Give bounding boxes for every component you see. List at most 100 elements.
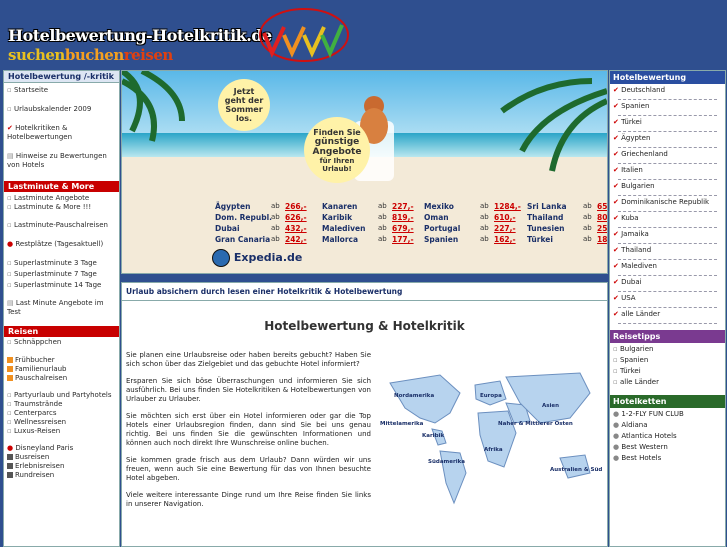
right-list-item[interactable]: ✔ Malediven — [610, 260, 725, 271]
right-list-item[interactable]: ▫ alle Länder — [610, 376, 725, 387]
map-label[interactable]: Südamerika — [428, 459, 465, 465]
sidebar-item-pauschalreisen[interactable]: Pauschalreisen — [4, 374, 119, 383]
map-label[interactable]: Australien & Südsee — [550, 467, 602, 473]
small-icon: ● — [613, 410, 620, 418]
right-list-item[interactable]: ✔ Spanien — [610, 100, 725, 111]
price-destination[interactable]: Mexiko — [424, 202, 454, 211]
sidebar-item-superlastminute-3[interactable]: ▫ Superlastminute 3 Tage — [4, 259, 119, 268]
price-destination[interactable]: Karibik — [322, 213, 352, 222]
world-map[interactable]: Nordamerika Mittelamerika Karibik Südamerik… — [380, 363, 602, 513]
check-icon: ✔ — [613, 86, 619, 94]
sidebar-item-superlastminute-7[interactable]: ▫ Superlastminute 7 Tage — [4, 270, 119, 279]
price-destination[interactable]: Türkei — [527, 235, 553, 244]
sidebar-item-partyurlaub[interactable]: ▫ Partyurlaub und Partyhotels — [4, 391, 119, 400]
right-list-item[interactable]: ✔ Türkei — [610, 116, 725, 127]
sidebar-item-wellnessreisen[interactable]: ▫ Wellnessreisen — [4, 418, 119, 427]
price-destination[interactable]: Thailand — [527, 213, 563, 222]
right-list-item[interactable]: ● Best Hotels — [610, 452, 725, 463]
sidebar-item-lastminute-test[interactable]: ▤ Last Minute Angebote im Test — [4, 299, 119, 317]
map-label[interactable]: Afrika — [484, 447, 503, 453]
map-label[interactable]: Asien — [542, 403, 559, 409]
hotelketten-header: Hotelketten — [610, 395, 725, 408]
price-destination[interactable]: Gran Canaria — [215, 235, 270, 244]
sidebar-item-superlastminute-14[interactable]: ▫ Superlastminute 14 Tage — [4, 281, 119, 290]
right-list-item[interactable]: ● Aldiana — [610, 419, 725, 430]
right-list-item[interactable]: ▫ Bulgarien — [610, 343, 725, 354]
price-destination[interactable]: Malediven — [322, 224, 365, 233]
price-value[interactable]: 679,- — [392, 224, 414, 233]
sidebar-item-hinweise[interactable]: ▤ Hinweise zu Bewertungen von Hotels — [4, 152, 119, 170]
map-label[interactable]: Naher & Mittlerer Osten — [498, 421, 573, 427]
sidebar-item-lastminute-pauschal[interactable]: ▫ Lastminute-Pauschalreisen — [4, 221, 119, 230]
expedia-logo[interactable]: Expedia.de — [212, 249, 302, 267]
price-value[interactable]: 432,- — [285, 224, 307, 233]
price-value[interactable]: 181,- — [597, 235, 607, 244]
sidebar-item-schnaeppchen[interactable]: ▫ Schnäppchen — [4, 338, 119, 347]
price-destination[interactable]: Oman — [424, 213, 449, 222]
price-destination[interactable]: Spanien — [424, 235, 458, 244]
price-value[interactable]: 819,- — [392, 213, 414, 222]
promo-circle-deals: Finden Sie günstige Angebote für Ihren U… — [304, 117, 370, 183]
sidebar-item-lastminute-more[interactable]: ▫ Lastminute & More !!! — [4, 203, 119, 212]
right-list-item[interactable]: ✔ Italien — [610, 164, 725, 175]
price-value[interactable]: 162,- — [494, 235, 516, 244]
map-label[interactable]: Nordamerika — [394, 393, 434, 399]
right-list-item[interactable]: ✔ Kuba — [610, 212, 725, 223]
price-destination[interactable]: Ägypten — [215, 202, 250, 211]
price-value[interactable]: 227,- — [392, 202, 414, 211]
price-value[interactable]: 804,- — [597, 213, 607, 222]
right-list-item[interactable]: ● Best Western — [610, 441, 725, 452]
right-list-item[interactable]: ▫ Spanien — [610, 354, 725, 365]
right-list-item[interactable]: ✔ Griechenland — [610, 148, 725, 159]
price-destination[interactable]: Sri Lanka — [527, 202, 567, 211]
right-list-item[interactable]: ✔ Thailand — [610, 244, 725, 255]
right-list-item[interactable]: ✔ USA — [610, 292, 725, 303]
sidebar-item-rundreisen[interactable]: Rundreisen — [4, 471, 119, 480]
map-label[interactable]: Karibik — [422, 433, 444, 439]
sidebar-item-familienurlaub[interactable]: Familienurlaub — [4, 365, 119, 374]
site-logo[interactable]: Hotelbewertung-Hotelkritik.de — [8, 26, 272, 45]
small-icon: ● — [613, 454, 620, 462]
sidebar-item-startseite[interactable]: ▫ Startseite — [4, 86, 119, 95]
sidebar-item-luxusreisen[interactable]: ▫ Luxus-Reisen — [4, 427, 119, 436]
price-value[interactable]: 227,- — [494, 224, 516, 233]
right-list-item[interactable]: ● 1-2-FLY FUN CLUB — [610, 408, 725, 419]
price-prefix: ab — [378, 235, 387, 243]
price-destination[interactable]: Mallorca — [322, 235, 358, 244]
right-list-item[interactable]: ▫ Türkei — [610, 365, 725, 376]
price-value[interactable]: 626,- — [285, 213, 307, 222]
map-label[interactable]: Europa — [480, 393, 502, 399]
right-list-item[interactable]: ✔ Jamaika — [610, 228, 725, 239]
sidebar-item-busreisen[interactable]: Busreisen — [4, 453, 119, 462]
map-label[interactable]: Mittelamerika — [380, 421, 424, 427]
price-value[interactable]: 254,- — [597, 224, 607, 233]
sidebar-item-lastminute-angebote[interactable]: ▫ Lastminute Angebote — [4, 194, 119, 203]
right-list-item[interactable]: ✔ Deutschland — [610, 84, 725, 95]
price-value[interactable]: 1284,- — [494, 202, 521, 211]
price-value[interactable]: 266,- — [285, 202, 307, 211]
price-destination[interactable]: Portugal — [424, 224, 460, 233]
price-value[interactable]: 610,- — [494, 213, 516, 222]
sidebar-item-centerparcs[interactable]: ▫ Centerparcs — [4, 409, 119, 418]
right-list-item[interactable]: ✔ Ägypten — [610, 132, 725, 143]
sidebar-item-hotelkritiken[interactable]: ✔ Hotelkritiken & Hotelbewertungen — [4, 124, 119, 142]
sidebar-item-urlaubskalender[interactable]: ▫ Urlaubskalender 2009 — [4, 105, 119, 114]
price-destination[interactable]: Tunesien — [527, 224, 565, 233]
price-value[interactable]: 242,- — [285, 235, 307, 244]
price-value[interactable]: 658,- — [597, 202, 607, 211]
sidebar-item-restplaetze[interactable]: ● Restplätze (Tagesaktuell) — [4, 240, 119, 249]
sidebar-item-fruehbucher[interactable]: Frühbucher — [4, 356, 119, 365]
sidebar-item-disneyland[interactable]: ● Disneyland Paris — [4, 444, 119, 453]
sidebar-item-traumstraende[interactable]: ▫ Traumstrände — [4, 400, 119, 409]
right-list-item[interactable]: ✔ alle Länder — [610, 308, 725, 319]
right-list-item[interactable]: ✔ Dominikanische Republik — [610, 196, 725, 207]
price-destination[interactable]: Dubai — [215, 224, 240, 233]
right-list-item[interactable]: ● Atlantica Hotels — [610, 430, 725, 441]
expedia-banner[interactable]: Jetzt geht der Sommer los. Finden Sie gü… — [121, 70, 608, 274]
right-list-item[interactable]: ✔ Bulgarien — [610, 180, 725, 191]
sidebar-item-erlebnisreisen[interactable]: Erlebnisreisen — [4, 462, 119, 471]
price-destination[interactable]: Kanaren — [322, 202, 357, 211]
price-value[interactable]: 177,- — [392, 235, 414, 244]
right-list-item[interactable]: ✔ Dubai — [610, 276, 725, 287]
price-destination[interactable]: Dom. Republ. — [215, 213, 272, 222]
